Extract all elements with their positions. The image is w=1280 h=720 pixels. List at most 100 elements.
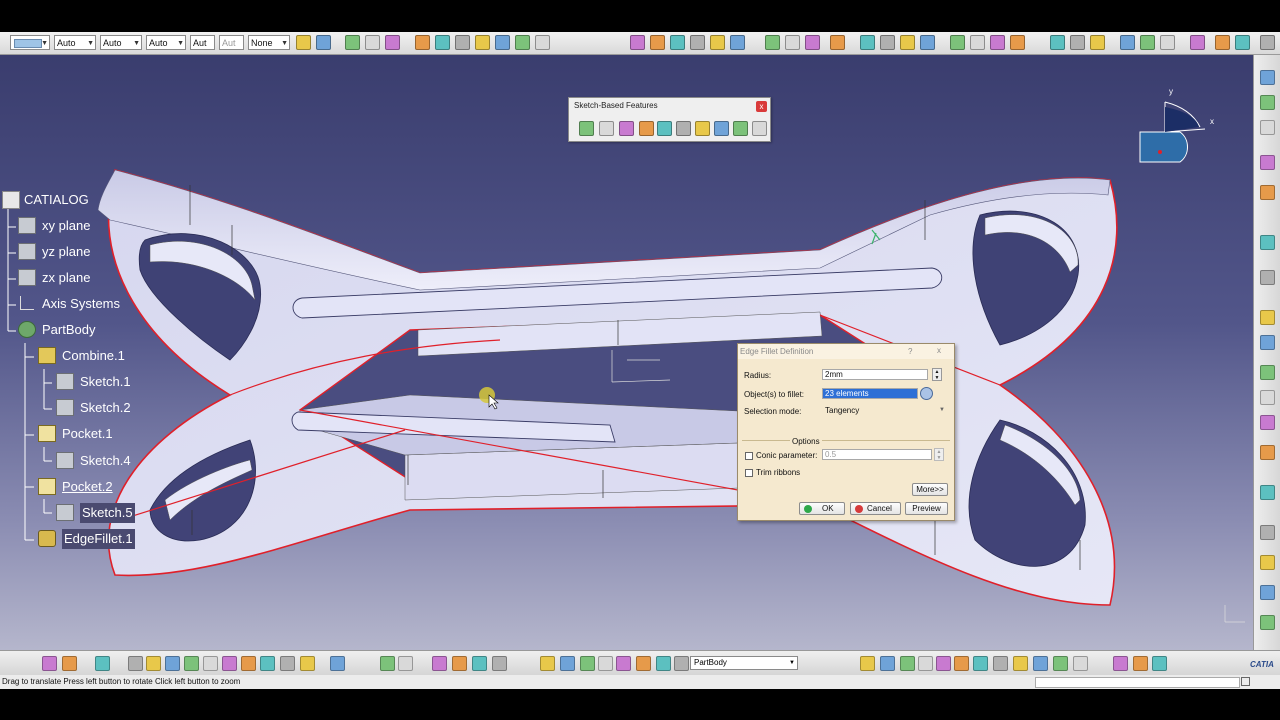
bottom-tool-icon[interactable]: [540, 656, 555, 671]
toolbar-tool-icon[interactable]: [1215, 35, 1230, 50]
bottom-tool-icon[interactable]: [1073, 656, 1088, 671]
toolbar-tool-icon[interactable]: [860, 35, 875, 50]
3d-viewport[interactable]: y x: [0, 55, 1253, 650]
more-button[interactable]: More>>: [912, 483, 948, 496]
body-select[interactable]: PartBody ▼: [690, 656, 798, 670]
toolbar-tool-icon[interactable]: [1190, 35, 1205, 50]
toolbar-tool-icon[interactable]: [435, 35, 450, 50]
toolbar-tool-icon[interactable]: [970, 35, 985, 50]
conic-spinner[interactable]: ▲ ▼: [934, 448, 944, 461]
toolbar-tool-icon[interactable]: [730, 35, 745, 50]
layer-combo-a[interactable]: Aut: [190, 35, 215, 50]
bottom-tool-icon[interactable]: [1053, 656, 1068, 671]
bottom-tool-icon[interactable]: [260, 656, 275, 671]
sketch-feature-tool-icon[interactable]: [657, 121, 672, 136]
radius-input[interactable]: 2mm: [822, 369, 928, 380]
bottom-tool-icon[interactable]: [1113, 656, 1128, 671]
right-tool-icon[interactable]: [1260, 235, 1275, 250]
sketch-based-features-toolbar[interactable]: Sketch-Based Features x: [568, 97, 771, 142]
right-tool-icon[interactable]: [1260, 310, 1275, 325]
bottom-tool-icon[interactable]: [398, 656, 413, 671]
bottom-tool-icon[interactable]: [241, 656, 256, 671]
toolbar-tool-icon[interactable]: [1160, 35, 1175, 50]
right-tool-icon[interactable]: [1260, 155, 1275, 170]
right-tool-icon[interactable]: [1260, 525, 1275, 540]
toolbar-tool-icon[interactable]: [296, 35, 311, 50]
toolbar-tool-icon[interactable]: [1140, 35, 1155, 50]
bottom-tool-icon[interactable]: [918, 656, 933, 671]
bottom-tool-icon[interactable]: [616, 656, 631, 671]
toolbar-tool-icon[interactable]: [650, 35, 665, 50]
sketch-feature-tool-icon[interactable]: [695, 121, 710, 136]
toolbar-tool-icon[interactable]: [495, 35, 510, 50]
bottom-tool-icon[interactable]: [432, 656, 447, 671]
color-combo[interactable]: ▼: [10, 35, 50, 50]
layer-none-combo[interactable]: None ▼: [248, 35, 290, 50]
toolbar-tool-icon[interactable]: [1235, 35, 1250, 50]
sketch-feature-tool-icon[interactable]: [714, 121, 729, 136]
right-tool-icon[interactable]: [1260, 185, 1275, 200]
right-tool-icon[interactable]: [1260, 95, 1275, 110]
bottom-tool-icon[interactable]: [954, 656, 969, 671]
bottom-tool-icon[interactable]: [146, 656, 161, 671]
bottom-tool-icon[interactable]: [184, 656, 199, 671]
close-icon[interactable]: x: [937, 346, 941, 355]
radius-spinner[interactable]: ▲ ▼: [932, 368, 942, 381]
right-tool-icon[interactable]: [1260, 585, 1275, 600]
objects-to-fillet-field[interactable]: 23 elements: [822, 388, 918, 399]
bottom-tool-icon[interactable]: [1152, 656, 1167, 671]
sketch-feature-tool-icon[interactable]: [752, 121, 767, 136]
bottom-tool-icon[interactable]: [560, 656, 575, 671]
toolbar-tool-icon[interactable]: [670, 35, 685, 50]
close-icon[interactable]: x: [756, 101, 767, 112]
sketch-feature-tool-icon[interactable]: [579, 121, 594, 136]
preview-button[interactable]: Preview: [905, 502, 948, 515]
right-tool-icon[interactable]: [1260, 390, 1275, 405]
toolbar-tool-icon[interactable]: [710, 35, 725, 50]
toolbar-tool-icon[interactable]: [785, 35, 800, 50]
trim-ribbons-checkbox[interactable]: [745, 469, 753, 477]
bottom-tool-icon[interactable]: [598, 656, 613, 671]
bottom-tool-icon[interactable]: [128, 656, 143, 671]
sketch-feature-tool-icon[interactable]: [599, 121, 614, 136]
right-tool-icon[interactable]: [1260, 365, 1275, 380]
toolbar-tool-icon[interactable]: [1010, 35, 1025, 50]
toolbar-tool-icon[interactable]: [805, 35, 820, 50]
cancel-button[interactable]: Cancel: [850, 502, 901, 515]
right-tool-icon[interactable]: [1260, 120, 1275, 135]
right-tool-icon[interactable]: [1260, 335, 1275, 350]
toolbar-tool-icon[interactable]: [385, 35, 400, 50]
toolbar-tool-icon[interactable]: [1050, 35, 1065, 50]
toolbar-tool-icon[interactable]: [630, 35, 645, 50]
toolbar-tool-icon[interactable]: [515, 35, 530, 50]
linetype-combo[interactable]: Auto ▼: [54, 35, 96, 50]
sketch-feature-tool-icon[interactable]: [733, 121, 748, 136]
bottom-tool-icon[interactable]: [380, 656, 395, 671]
toolbar-tool-icon[interactable]: [365, 35, 380, 50]
toolbar-tool-icon[interactable]: [1260, 35, 1275, 50]
conic-parameter-checkbox[interactable]: [745, 452, 753, 460]
bottom-tool-icon[interactable]: [674, 656, 689, 671]
toolbar-tool-icon[interactable]: [920, 35, 935, 50]
bottom-tool-icon[interactable]: [936, 656, 951, 671]
window-icon[interactable]: [1241, 677, 1250, 686]
edit-list-icon[interactable]: [920, 387, 933, 400]
bottom-tool-icon[interactable]: [636, 656, 651, 671]
thickness-combo[interactable]: Auto ▼: [100, 35, 142, 50]
bottom-tool-icon[interactable]: [222, 656, 237, 671]
bottom-tool-icon[interactable]: [900, 656, 915, 671]
right-tool-icon[interactable]: [1260, 445, 1275, 460]
bottom-tool-icon[interactable]: [95, 656, 110, 671]
right-tool-icon[interactable]: [1260, 70, 1275, 85]
bottom-tool-icon[interactable]: [330, 656, 345, 671]
toolbar-tool-icon[interactable]: [900, 35, 915, 50]
bottom-tool-icon[interactable]: [203, 656, 218, 671]
toolbar-tool-icon[interactable]: [1070, 35, 1085, 50]
toolbar-tool-icon[interactable]: [475, 35, 490, 50]
bottom-tool-icon[interactable]: [472, 656, 487, 671]
toolbar-tool-icon[interactable]: [950, 35, 965, 50]
bottom-tool-icon[interactable]: [280, 656, 295, 671]
right-tool-icon[interactable]: [1260, 415, 1275, 430]
help-icon[interactable]: ?: [908, 347, 912, 356]
toolbar-tool-icon[interactable]: [990, 35, 1005, 50]
